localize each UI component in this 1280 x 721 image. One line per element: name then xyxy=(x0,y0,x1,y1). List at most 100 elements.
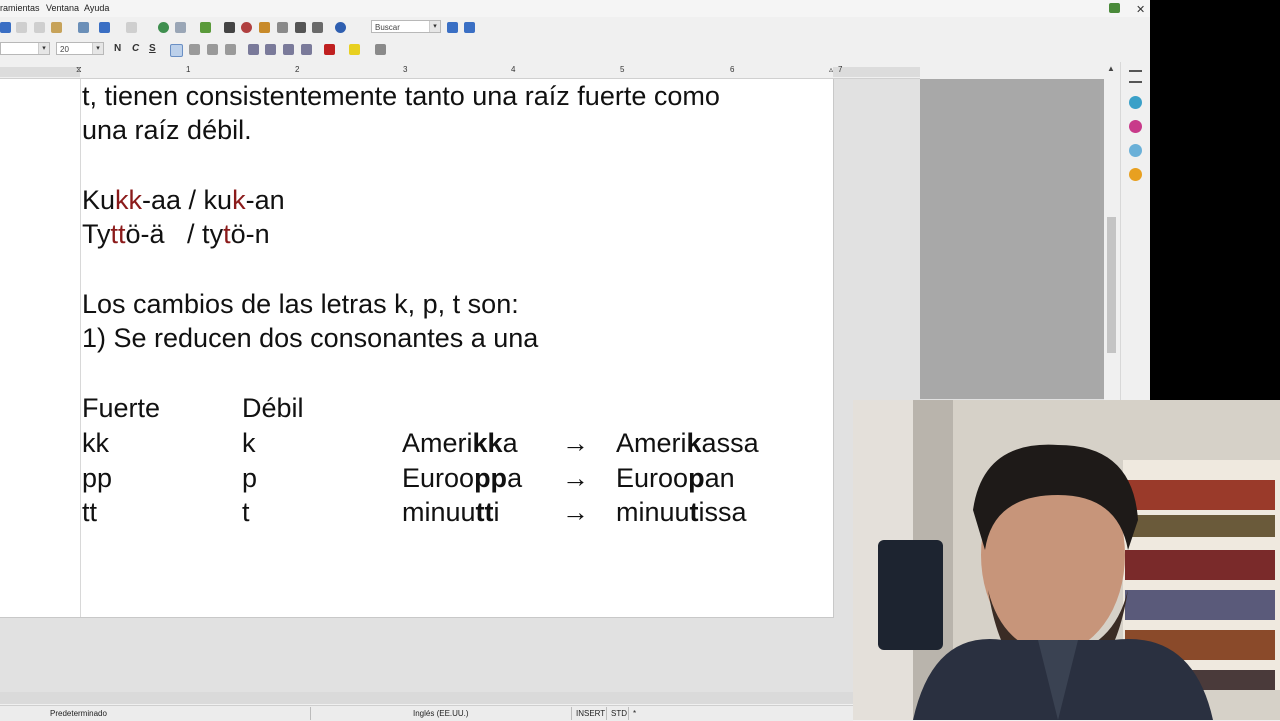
highlight-icon[interactable] xyxy=(349,44,360,55)
webcam-video xyxy=(853,400,1280,720)
insert-mode[interactable]: INSERT xyxy=(576,709,605,718)
properties-icon[interactable] xyxy=(1129,96,1142,109)
gallery-sidebar-icon[interactable] xyxy=(1129,144,1142,157)
find-previous-icon[interactable] xyxy=(464,22,475,33)
font-size-field[interactable]: 20 ▾ xyxy=(56,42,104,55)
example-tyttoa: Tyttö-ä / tytö-n xyxy=(82,219,270,249)
arrow: → xyxy=(562,463,589,493)
scroll-up-icon[interactable]: ▲ xyxy=(1107,64,1115,73)
gallery-icon[interactable] xyxy=(259,22,270,33)
horizontal-scrollbar[interactable] xyxy=(0,692,853,704)
doc-line-6: 1) Se reducen dos consonantes a una xyxy=(82,323,539,353)
copy-icon[interactable] xyxy=(34,22,45,33)
document-modified: * xyxy=(633,709,637,718)
weak-form: t xyxy=(242,497,250,527)
header-fuerte: Fuerte xyxy=(82,393,161,423)
indent-marker[interactable]: ⧖ xyxy=(76,65,82,75)
right-indent-marker[interactable]: ▵ xyxy=(829,65,833,74)
strong-form: kk xyxy=(82,428,109,458)
status-bar: Predeterminado Inglés (EE.UU.) INSERT ST… xyxy=(0,705,853,721)
find-icon[interactable] xyxy=(224,22,235,33)
ruler-number: 2 xyxy=(295,65,300,74)
styles-icon[interactable] xyxy=(1129,120,1142,133)
clone-format-icon[interactable] xyxy=(78,22,89,33)
font-name-field[interactable]: ▾ xyxy=(0,42,50,55)
find-next-icon[interactable] xyxy=(447,22,458,33)
decrease-indent-icon[interactable] xyxy=(283,44,294,55)
arrow: → xyxy=(562,428,589,458)
example-word-strong: minuutti xyxy=(402,497,500,527)
background-color-icon[interactable] xyxy=(375,44,386,55)
italic-button[interactable]: C xyxy=(132,43,139,54)
doc-line-5: Los cambios de las letras k, p, t son: xyxy=(82,289,519,319)
document-background-pane xyxy=(920,79,1104,399)
example-kukkaa: Kukk-aa / kuk-an xyxy=(82,185,285,215)
ruler-number: 7 xyxy=(838,65,843,74)
ruler-number: 3 xyxy=(403,65,408,74)
justify-icon[interactable] xyxy=(225,44,236,55)
edit-icon[interactable] xyxy=(0,22,11,33)
ruler-number: 1 xyxy=(186,65,191,74)
menu-window[interactable]: Ventana xyxy=(46,3,79,13)
table-icon[interactable] xyxy=(175,22,186,33)
chevron-down-icon[interactable]: ▾ xyxy=(429,21,440,32)
sidebar-menu-icon[interactable] xyxy=(1129,70,1142,83)
ruler-number: 4 xyxy=(511,65,516,74)
ruler-number: 6 xyxy=(730,65,735,74)
example-word-weak: Euroopan xyxy=(616,463,735,493)
example-word-weak: Amerikassa xyxy=(616,428,759,458)
hyperlink-icon[interactable] xyxy=(158,22,169,33)
align-left-icon[interactable] xyxy=(170,44,183,57)
page-style[interactable]: Predeterminado xyxy=(50,709,107,718)
header-debil: Débil xyxy=(242,393,304,423)
underline-button[interactable]: S xyxy=(149,43,156,54)
chevron-down-icon[interactable]: ▾ xyxy=(92,43,103,54)
ruler-number: 5 xyxy=(620,65,625,74)
align-right-icon[interactable] xyxy=(207,44,218,55)
example-word-strong: Amerikka xyxy=(402,428,518,458)
weak-form: p xyxy=(242,463,258,493)
strong-form: tt xyxy=(82,497,98,527)
bold-button[interactable]: N xyxy=(114,43,121,54)
undo-icon[interactable] xyxy=(99,22,110,33)
chevron-down-icon[interactable]: ▾ xyxy=(38,43,49,54)
horizontal-ruler[interactable]: ⧖ 1 2 3 4 5 6 7 ▵ xyxy=(0,64,920,79)
language-status[interactable]: Inglés (EE.UU.) xyxy=(413,709,469,718)
strong-form: pp xyxy=(82,463,113,493)
increase-indent-icon[interactable] xyxy=(301,44,312,55)
example-word-weak: minuutissa xyxy=(616,497,747,527)
arrow: → xyxy=(562,497,589,527)
formatting-marks-icon[interactable] xyxy=(295,22,306,33)
bullets-icon[interactable] xyxy=(265,44,276,55)
update-icon[interactable] xyxy=(1109,3,1120,13)
vertical-scrollbar[interactable]: ▲ xyxy=(1104,62,1119,400)
navigator-icon[interactable] xyxy=(241,22,252,33)
close-icon[interactable]: ✕ xyxy=(1136,3,1145,16)
doc-line-1: t, tienen consistentemente tanto una raí… xyxy=(82,81,720,111)
doc-line-2: una raíz débil. xyxy=(82,115,252,145)
sidebar xyxy=(1120,62,1151,400)
zoom-icon[interactable] xyxy=(312,22,323,33)
numbering-icon[interactable] xyxy=(248,44,259,55)
selection-mode[interactable]: STD xyxy=(611,709,627,718)
page-margin-line xyxy=(80,79,81,617)
database-icon[interactable] xyxy=(277,22,288,33)
cut-icon[interactable] xyxy=(16,22,27,33)
weak-form: k xyxy=(242,428,256,458)
align-center-icon[interactable] xyxy=(189,44,200,55)
desktop-background xyxy=(1150,0,1280,400)
menu-tools[interactable]: ramientas xyxy=(0,3,40,13)
menu-help[interactable]: Ayuda xyxy=(84,3,109,13)
formatting-toolbar: ▾ 20 ▾ N C S xyxy=(0,39,1150,59)
redo-icon[interactable] xyxy=(126,22,137,33)
scrollbar-thumb[interactable] xyxy=(1107,217,1116,353)
standard-toolbar: Buscar ▾ xyxy=(0,17,1150,37)
menu-bar: ramientas Ventana Ayuda ✕ xyxy=(0,0,1150,17)
search-input[interactable]: Buscar ▾ xyxy=(371,20,441,33)
example-word-strong: Eurooppa xyxy=(402,463,523,493)
help-icon[interactable] xyxy=(335,22,346,33)
paste-icon[interactable] xyxy=(51,22,62,33)
draw-icon[interactable] xyxy=(200,22,211,33)
navigator-sidebar-icon[interactable] xyxy=(1129,168,1142,181)
font-color-icon[interactable] xyxy=(324,44,335,55)
